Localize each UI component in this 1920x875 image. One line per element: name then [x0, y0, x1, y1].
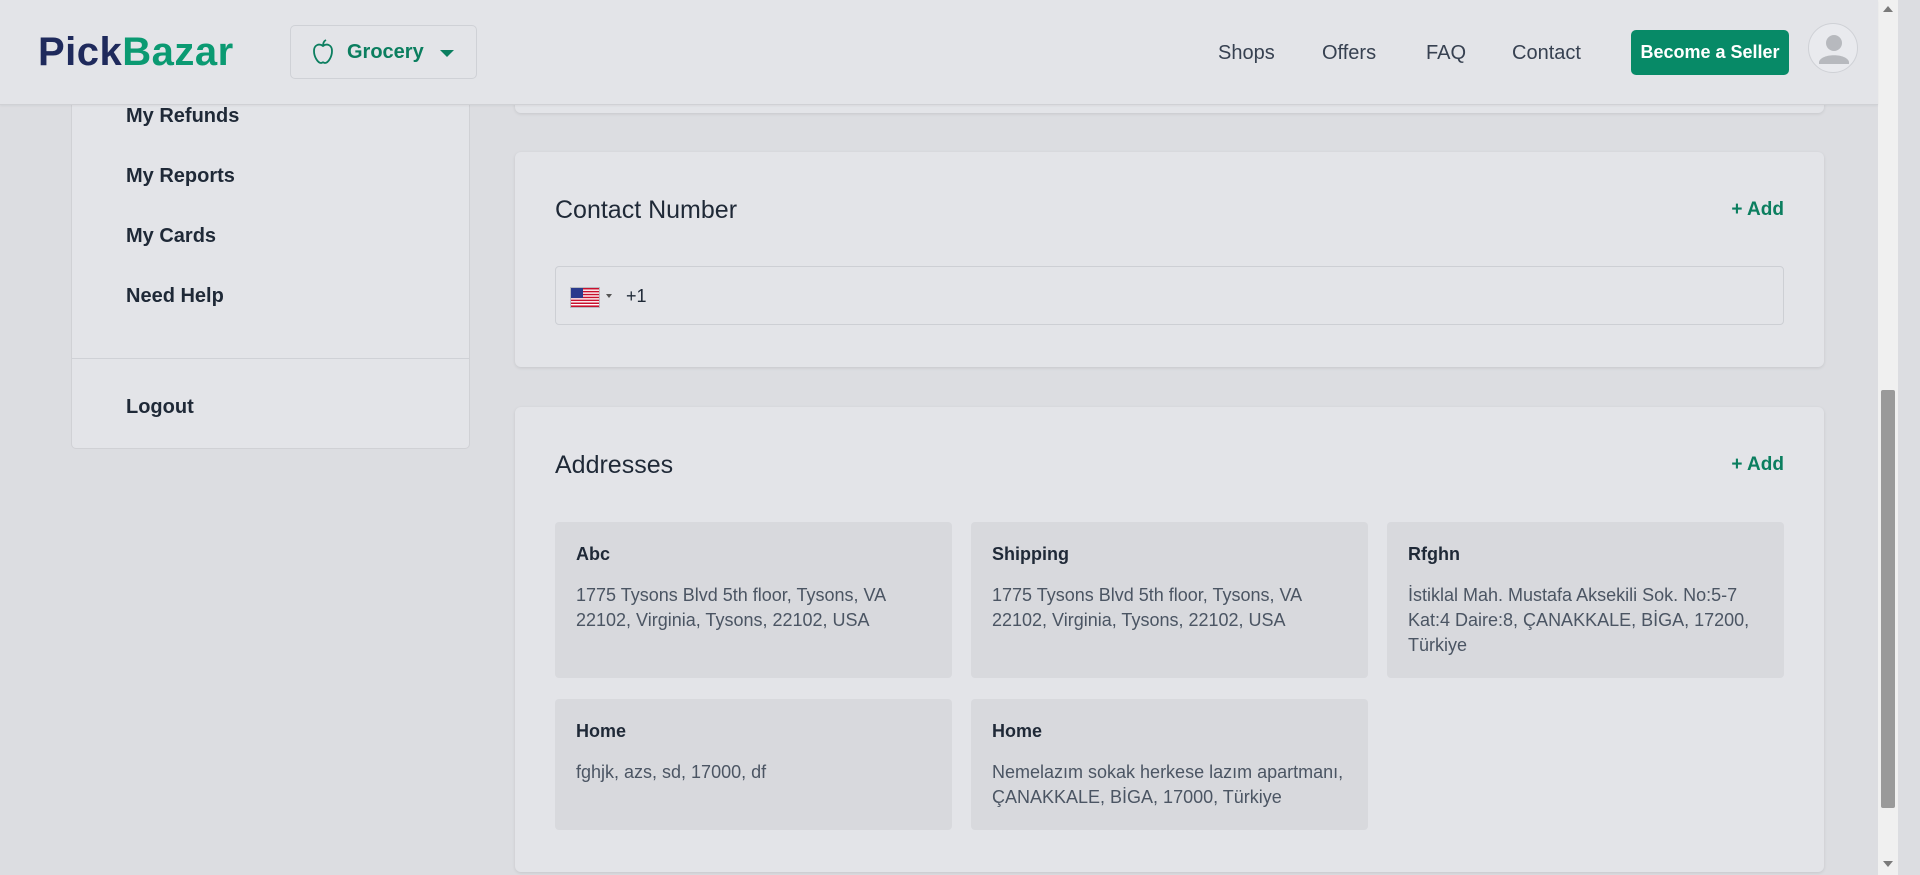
apple-icon	[313, 39, 333, 64]
add-contact-button[interactable]: + Add	[1731, 199, 1784, 221]
addresses-card: Addresses + Add Abc 1775 Tysons Blvd 5th…	[515, 407, 1824, 872]
logout-button[interactable]: Logout	[126, 396, 194, 419]
phone-input[interactable]: +1	[555, 266, 1784, 325]
sidebar-divider	[72, 358, 469, 359]
top-header: PickBazar Grocery Shops Offers FAQ Conta…	[0, 0, 1878, 105]
contact-number-title: Contact Number	[555, 196, 738, 224]
address-card[interactable]: Home Nemelazım sokak herkese lazım apart…	[971, 699, 1368, 830]
category-select[interactable]: Grocery	[290, 25, 477, 79]
nav-faq[interactable]: FAQ	[1426, 42, 1466, 65]
contact-number-card: Contact Number + Add +1	[515, 152, 1824, 367]
become-seller-button[interactable]: Become a Seller	[1631, 30, 1789, 75]
scroll-down-arrow-icon[interactable]	[1883, 861, 1893, 867]
sidebar-item-my-refunds[interactable]: My Refunds	[126, 105, 239, 128]
logo-part-pick: Pick	[38, 30, 123, 74]
add-address-button[interactable]: + Add	[1731, 454, 1784, 476]
sidebar-item-my-reports[interactable]: My Reports	[126, 165, 235, 188]
address-title: Home	[576, 721, 627, 741]
us-flag-icon[interactable]	[570, 287, 600, 308]
address-detail: 1775 Tysons Blvd 5th floor, Tysons, VA 2…	[576, 585, 886, 630]
country-dropdown-caret-icon[interactable]	[606, 294, 612, 298]
addresses-title: Addresses	[555, 451, 674, 479]
address-detail: 1775 Tysons Blvd 5th floor, Tysons, VA 2…	[992, 585, 1302, 630]
dial-code: +1	[626, 286, 647, 306]
vertical-scrollbar[interactable]	[1878, 0, 1898, 875]
logo[interactable]: PickBazar	[38, 30, 234, 75]
scroll-up-arrow-icon[interactable]	[1883, 6, 1893, 12]
address-detail: fghjk, azs, sd, 17000, df	[576, 762, 767, 782]
logo-part-bazar: Bazar	[122, 30, 234, 74]
nav-offers[interactable]: Offers	[1322, 42, 1376, 65]
address-card[interactable]: Rfghn İstiklal Mah. Mustafa Aksekili Sok…	[1387, 522, 1784, 678]
nav-shops[interactable]: Shops	[1218, 42, 1275, 65]
address-detail: İstiklal Mah. Mustafa Aksekili Sok. No:5…	[1408, 585, 1750, 655]
nav-contact[interactable]: Contact	[1512, 42, 1581, 65]
address-card[interactable]: Abc 1775 Tysons Blvd 5th floor, Tysons, …	[555, 522, 952, 678]
address-title: Abc	[576, 544, 611, 564]
sidebar-item-need-help[interactable]: Need Help	[126, 285, 224, 308]
chevron-down-icon	[440, 50, 454, 57]
address-card[interactable]: Home fghjk, azs, sd, 17000, df	[555, 699, 952, 830]
address-card[interactable]: Shipping 1775 Tysons Blvd 5th floor, Tys…	[971, 522, 1368, 678]
address-title: Home	[992, 721, 1043, 741]
category-select-label: Grocery	[347, 40, 424, 63]
window-edge	[1898, 0, 1920, 875]
scrollbar-thumb[interactable]	[1881, 390, 1895, 808]
address-title: Shipping	[992, 544, 1069, 564]
address-detail: Nemelazım sokak herkese lazım apartmanı,…	[992, 762, 1344, 807]
address-title: Rfghn	[1408, 544, 1460, 564]
user-icon	[1819, 35, 1849, 64]
sidebar-item-my-cards[interactable]: My Cards	[126, 225, 216, 248]
avatar[interactable]	[1808, 23, 1858, 73]
account-sidebar: My Refunds My Reports My Cards Need Help…	[71, 60, 470, 449]
